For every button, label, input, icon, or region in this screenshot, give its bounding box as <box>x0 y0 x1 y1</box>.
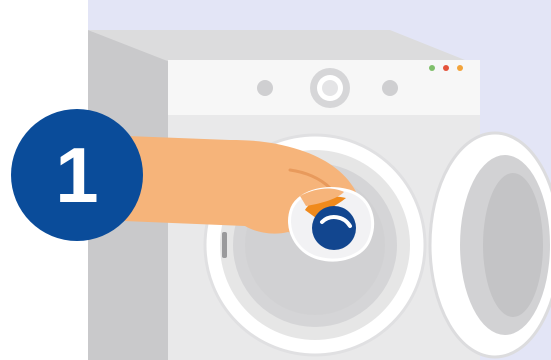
dial-knob-inner <box>322 80 338 96</box>
indicator-light-red <box>443 65 449 71</box>
step-badge <box>11 109 143 241</box>
control-button-left <box>257 80 273 96</box>
indicator-light-orange <box>457 65 463 71</box>
control-button-right <box>382 80 398 96</box>
door-hinge <box>222 232 227 258</box>
instruction-illustration: 1 <box>0 0 551 360</box>
washing-machine-scene <box>0 0 551 360</box>
indicator-light-green <box>429 65 435 71</box>
pod-blue-chamber <box>312 206 356 250</box>
open-door-glass-inner <box>483 173 543 317</box>
